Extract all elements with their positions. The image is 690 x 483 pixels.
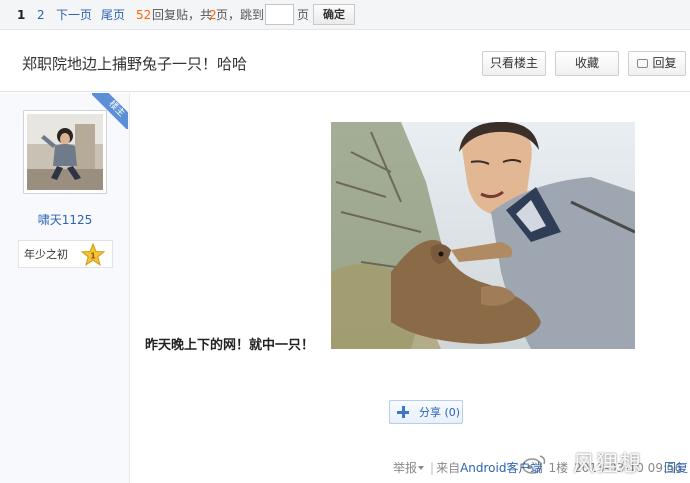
share-plus-icon — [397, 406, 409, 418]
pager-reply-count: 52 — [136, 8, 152, 22]
level-name: 年少之初 — [24, 248, 68, 261]
thread-title: 郑职院地边上捕野兔子一只！哈哈 — [22, 55, 248, 73]
pager-reply-text: 回复贴，共 — [152, 8, 213, 22]
only-op-button[interactable]: 只看楼主 — [482, 51, 546, 76]
pager-page-2-link[interactable]: 2 — [37, 8, 45, 22]
post-text: 昨天晚上下的网！就中一只！ — [145, 338, 315, 353]
pager-next-link[interactable]: 下一页 — [56, 8, 92, 22]
pager-page-text: 页，跳到 — [216, 8, 265, 22]
user-level-badge[interactable]: 年少之初 1 — [18, 240, 113, 268]
reply-button[interactable]: 回复 — [628, 51, 686, 76]
watermark-text: 风狸想 — [573, 452, 643, 477]
post-reply-link[interactable]: 回复 — [664, 461, 688, 475]
source-from-text: 来自 — [436, 461, 461, 475]
report-link[interactable]: 举报 — [393, 461, 417, 475]
pager-current-page: 1 — [17, 8, 26, 22]
reply-icon — [637, 59, 649, 68]
pager-bar: 1 2 下一页 尾页 52 回复贴，共 2 页，跳到 页 确定 — [0, 0, 690, 30]
avatar[interactable] — [23, 110, 107, 194]
pager-last-link[interactable]: 尾页 — [101, 8, 125, 22]
author-name-link[interactable]: 啸天1125 — [0, 213, 130, 227]
share-button[interactable]: 分享 (0) — [389, 400, 463, 424]
reply-button-label: 回复 — [652, 56, 677, 70]
report-dropdown-icon[interactable] — [418, 466, 425, 470]
pager-jump-input[interactable] — [265, 4, 294, 25]
post-photo[interactable] — [331, 122, 635, 349]
thread-header: 郑职院地边上捕野兔子一只！哈哈 只看楼主 收藏 回复 — [0, 36, 690, 92]
share-label: 分享 (0) — [419, 406, 461, 419]
favorite-button[interactable]: 收藏 — [555, 51, 619, 76]
level-number: 1 — [90, 252, 96, 261]
avatar-image — [27, 114, 103, 190]
level-star-icon: 1 — [81, 243, 105, 266]
pager-confirm-button[interactable]: 确定 — [313, 4, 355, 25]
pager-page-unit: 页 — [297, 8, 310, 22]
